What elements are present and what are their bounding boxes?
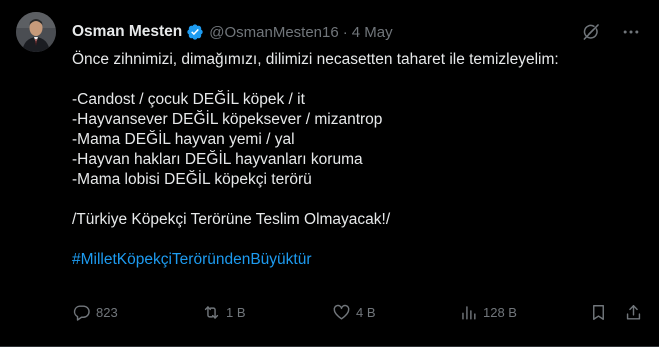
views-count: 128 B — [483, 305, 517, 320]
share-button[interactable] — [624, 303, 643, 322]
tweet-line: -Mama lobisi DEĞİL köpekçi terörü — [72, 171, 312, 188]
top-actions — [581, 22, 641, 42]
reply-count: 823 — [96, 305, 118, 320]
hashtag-link[interactable]: #MilletKöpekçiTeröründenBüyüktür — [72, 250, 642, 270]
reply-button[interactable]: 823 — [72, 303, 118, 322]
tweet-line: -Hayvansever DEĞİL köpeksever / mizantro… — [72, 111, 383, 128]
tweet-slogan: /Türkiye Köpekçi Terörüne Teslim Olmayac… — [72, 211, 391, 228]
grok-icon[interactable] — [581, 22, 601, 42]
tweet-line: -Candost / çocuk DEĞİL köpek / it — [72, 91, 305, 108]
tweet-card[interactable]: Osman Mesten @OsmanMesten16 · 4 May Önce… — [0, 0, 659, 347]
tweet-header: Osman Mesten @OsmanMesten16 · 4 May — [72, 21, 393, 43]
action-bar: 823 1 B 4 B 128 B — [72, 303, 648, 323]
tweet-text: Önce zihnimizi, dimağımızı, dilimizi nec… — [72, 50, 642, 270]
user-handle[interactable]: @OsmanMesten16 — [209, 24, 338, 41]
repost-icon — [204, 306, 219, 319]
avatar[interactable] — [16, 12, 56, 52]
tweet-line: -Hayvan hakları DEĞİL hayvanları koruma — [72, 151, 363, 168]
more-icon[interactable] — [621, 22, 641, 42]
bookmark-icon — [593, 305, 604, 320]
views-icon — [462, 306, 476, 320]
like-button[interactable]: 4 B — [332, 303, 376, 322]
reply-icon — [73, 305, 90, 321]
views-button[interactable]: 128 B — [459, 303, 517, 322]
tweet-line: -Mama DEĞİL hayvan yemi / yal — [72, 131, 295, 148]
share-icon — [626, 305, 641, 320]
bookmark-button[interactable] — [589, 303, 608, 322]
timestamp[interactable]: 4 May — [352, 24, 393, 41]
tweet-intro: Önce zihnimizi, dimağımızı, dilimizi nec… — [72, 51, 559, 68]
repost-button[interactable]: 1 B — [202, 303, 246, 322]
verified-badge-icon[interactable] — [186, 23, 204, 41]
like-count: 4 B — [356, 305, 376, 320]
like-icon — [333, 304, 350, 320]
avatar-image — [16, 12, 56, 52]
repost-count: 1 B — [226, 305, 246, 320]
display-name[interactable]: Osman Mesten — [72, 23, 182, 41]
separator-dot: · — [342, 23, 348, 41]
